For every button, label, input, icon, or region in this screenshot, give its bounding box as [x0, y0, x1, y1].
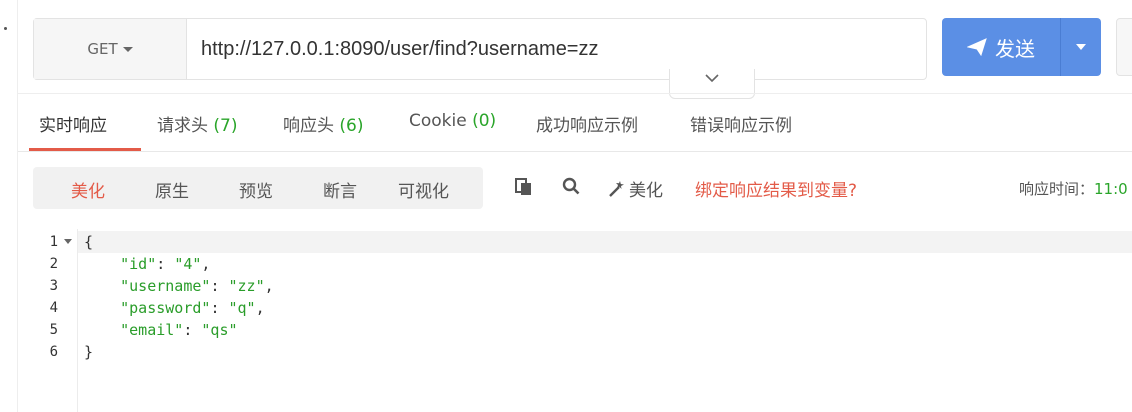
- request-url-bar: GET: [33, 18, 927, 80]
- method-select[interactable]: GET: [34, 19, 187, 79]
- copy-icon[interactable]: [515, 176, 533, 200]
- chevron-down-icon: [1076, 44, 1086, 50]
- tab-cookie[interactable]: Cookie (0): [409, 111, 496, 131]
- code-line: "id": "4",: [120, 255, 211, 273]
- send-button[interactable]: 发送: [942, 18, 1060, 76]
- tab-request-headers[interactable]: 请求头 (7): [157, 111, 238, 136]
- view-mode-visualize[interactable]: 可视化: [398, 177, 449, 202]
- send-button-group: 发送: [942, 18, 1101, 76]
- line-number: 1: [49, 234, 58, 250]
- view-mode-preview[interactable]: 预览: [239, 177, 273, 202]
- active-line-highlight: [78, 231, 1132, 253]
- view-mode-beautify[interactable]: 美化: [71, 177, 105, 202]
- send-label: 发送: [995, 36, 1035, 61]
- view-mode-assert[interactable]: 断言: [323, 177, 357, 202]
- beautify-button[interactable]: 美化: [608, 176, 663, 201]
- search-icon[interactable]: [562, 176, 580, 200]
- line-number: 4: [49, 300, 58, 316]
- code-line: "username": "zz",: [120, 277, 274, 295]
- code-line: "email": "qs": [120, 321, 238, 339]
- code-line: }: [84, 343, 94, 361]
- send-options-dropdown[interactable]: [1061, 18, 1101, 76]
- code-line: "password": "q",: [120, 299, 265, 317]
- view-mode-raw[interactable]: 原生: [155, 177, 189, 202]
- bind-result-to-variable-link[interactable]: 绑定响应结果到变量?: [695, 176, 857, 201]
- response-body-editor[interactable]: 1 2 3 4 5 6 { "id": "4", "username": "zz…: [18, 229, 1132, 412]
- response-tabs: 实时响应 请求头 (7) 响应头 (6) Cookie (0) 成功响应示例 错…: [18, 93, 1132, 152]
- chevron-down-icon: [705, 74, 719, 83]
- fold-toggle-icon[interactable]: [64, 239, 72, 244]
- beautify-label: 美化: [629, 181, 663, 201]
- left-panel-edge: [0, 0, 18, 412]
- code-line: {: [84, 233, 94, 251]
- more-dot-icon: [4, 27, 7, 30]
- line-number: 5: [49, 322, 58, 338]
- line-number-gutter: 1 2 3 4 5 6: [18, 229, 77, 412]
- response-time: 响应时间：11:0: [1019, 180, 1128, 198]
- paper-plane-icon: [967, 38, 987, 56]
- line-number: 2: [49, 256, 58, 272]
- tab-success-example[interactable]: 成功响应示例: [536, 111, 638, 136]
- magic-wand-icon: [609, 180, 624, 197]
- line-number: 6: [49, 344, 58, 360]
- view-mode-switch: 美化 原生 预览 断言 可视化: [33, 167, 483, 209]
- tab-error-example[interactable]: 错误响应示例: [690, 111, 792, 136]
- chevron-down-icon: [122, 46, 133, 52]
- line-number: 3: [49, 278, 58, 294]
- tab-realtime-response[interactable]: 实时响应: [39, 111, 107, 136]
- method-label: GET: [87, 40, 118, 58]
- url-input[interactable]: [187, 19, 926, 79]
- active-tab-indicator: [29, 148, 141, 151]
- gutter-divider: [77, 229, 78, 412]
- save-button[interactable]: [1116, 18, 1132, 76]
- tab-response-headers[interactable]: 响应头 (6): [283, 111, 364, 136]
